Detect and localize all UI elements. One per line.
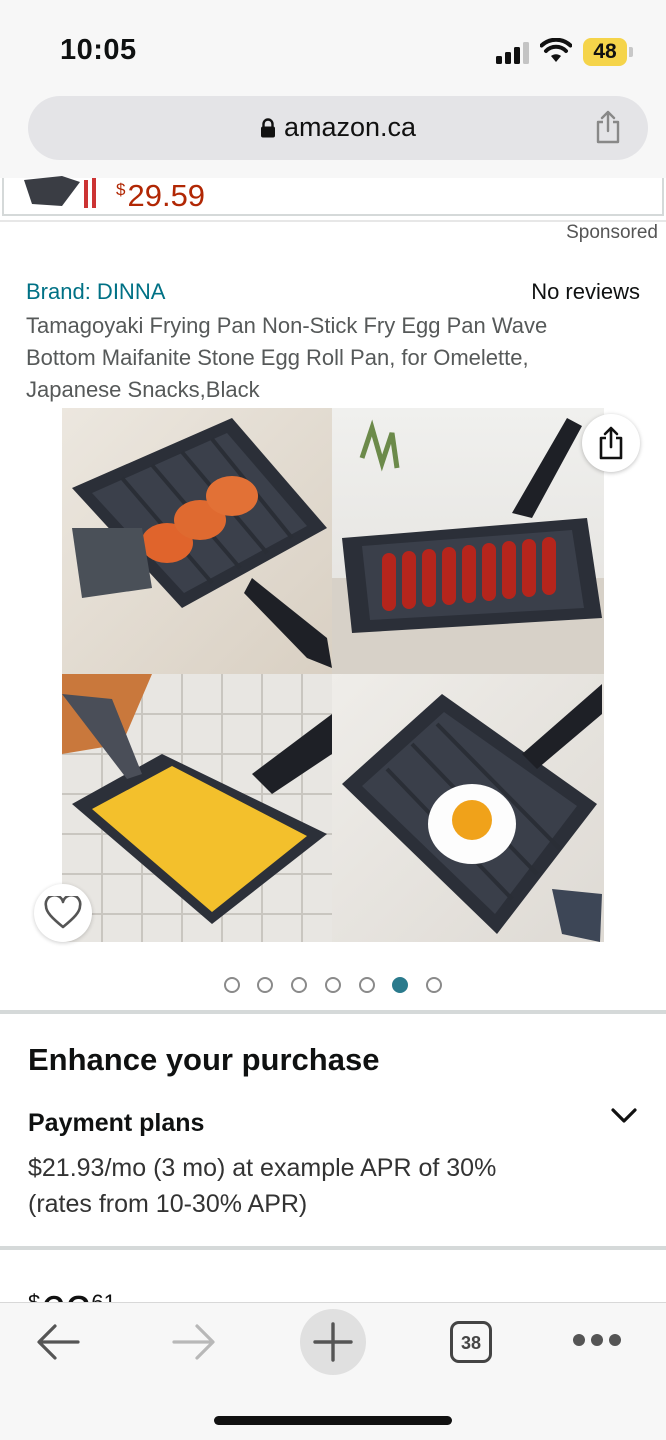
section-divider bbox=[0, 1010, 666, 1014]
carousel-dot[interactable] bbox=[359, 977, 375, 993]
price-partial: $6361 bbox=[28, 1280, 228, 1302]
battery-level: 48 bbox=[593, 40, 617, 63]
product-photo-fried-egg bbox=[332, 674, 604, 942]
new-tab-button[interactable] bbox=[300, 1309, 366, 1375]
sponsored-label[interactable]: Sponsored bbox=[566, 222, 658, 244]
brand-link[interactable]: Brand: DINNA bbox=[26, 279, 165, 305]
address-bar[interactable]: amazon.ca bbox=[28, 96, 648, 160]
forward-icon[interactable] bbox=[172, 1323, 216, 1361]
lock-icon bbox=[260, 118, 275, 138]
sticky-product-bar[interactable]: $29.59 bbox=[2, 176, 664, 216]
carousel-dot[interactable] bbox=[291, 977, 307, 993]
product-photo-sausages bbox=[332, 408, 604, 674]
carousel-dot[interactable] bbox=[257, 977, 273, 993]
wishlist-button[interactable] bbox=[34, 884, 92, 942]
wifi-icon bbox=[540, 38, 572, 62]
reviews-text: No reviews bbox=[531, 279, 640, 304]
clock: 10:05 bbox=[60, 34, 137, 66]
sticky-price: $29.59 bbox=[116, 178, 206, 213]
carousel-dot[interactable] bbox=[224, 977, 240, 993]
cellular-signal-icon bbox=[496, 42, 529, 64]
back-icon[interactable] bbox=[36, 1323, 80, 1361]
tabs-count: 38 bbox=[460, 1333, 482, 1353]
heart-icon bbox=[44, 896, 82, 929]
product-thumbnail bbox=[24, 176, 96, 208]
share-icon[interactable] bbox=[594, 110, 622, 144]
section-divider bbox=[0, 1246, 666, 1250]
tabs-button[interactable]: 38 bbox=[450, 1321, 492, 1363]
home-indicator bbox=[214, 1416, 452, 1425]
section-heading: Enhance your purchase bbox=[28, 1042, 380, 1077]
payment-plans-title[interactable]: Payment plans bbox=[28, 1109, 204, 1138]
product-image[interactable] bbox=[62, 408, 604, 942]
product-title: Tamagoyaki Frying Pan Non-Stick Fry Egg … bbox=[26, 313, 548, 402]
share-button[interactable] bbox=[582, 414, 640, 472]
plus-icon bbox=[313, 1322, 353, 1362]
browser-header: amazon.ca bbox=[0, 96, 666, 178]
carousel-dot-active[interactable] bbox=[392, 977, 408, 993]
more-icon[interactable] bbox=[572, 1333, 622, 1347]
url-text: amazon.ca bbox=[283, 112, 417, 142]
payment-plans-text: $21.93/mo (3 mo) at example APR of 30% (… bbox=[28, 1154, 497, 1218]
status-bar: 10:05 48 bbox=[0, 0, 666, 96]
chevron-down-icon[interactable] bbox=[610, 1106, 638, 1126]
share-icon bbox=[599, 426, 623, 460]
carousel-dot[interactable] bbox=[426, 977, 442, 993]
product-photo-omelette bbox=[62, 674, 332, 942]
carousel-dot[interactable] bbox=[325, 977, 341, 993]
product-photo-wings bbox=[62, 408, 332, 674]
battery-icon: 48 bbox=[583, 38, 633, 66]
